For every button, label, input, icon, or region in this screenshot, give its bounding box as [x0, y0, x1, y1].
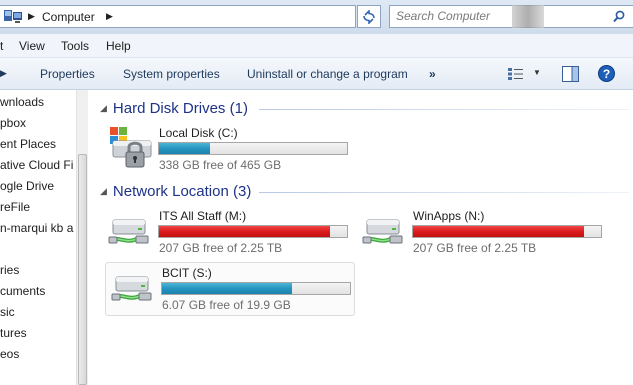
help-icon[interactable]: ?: [598, 65, 615, 82]
nav-item-downloads[interactable]: wnloads: [0, 95, 44, 109]
drive-free-space: 207 GB free of 2.25 TB: [159, 241, 283, 255]
uninstall-program-button[interactable]: Uninstall or change a program: [247, 67, 408, 81]
nav-item-dropbox[interactable]: pbox: [0, 116, 26, 130]
computer-icon: [4, 10, 22, 23]
capacity-bar: [158, 142, 348, 155]
drive-name: BCIT (S:): [162, 266, 212, 280]
address-bar[interactable]: ▶ Computer ▶: [0, 5, 356, 28]
network-drive-icon: [362, 219, 403, 244]
menu-view[interactable]: View: [19, 39, 45, 53]
navigation-pane: wnloads pbox ent Places ative Cloud Fi o…: [0, 90, 88, 385]
nav-item-google-drive[interactable]: ogle Drive: [0, 179, 54, 193]
refresh-icon: [363, 9, 375, 24]
breadcrumb-chevron-icon[interactable]: ▶: [106, 11, 113, 22]
group-header-network-location[interactable]: ◢ Network Location (3): [100, 183, 251, 200]
view-options-icon[interactable]: [507, 67, 525, 81]
drive-name: Local Disk (C:): [159, 126, 238, 140]
properties-button[interactable]: Properties: [40, 67, 95, 81]
network-drive-icon: [108, 219, 149, 244]
drive-free-space: 207 GB free of 2.25 TB: [413, 241, 537, 255]
scrollbar-thumb[interactable]: [78, 154, 87, 385]
view-dropdown-chevron-icon[interactable]: ▼: [533, 68, 541, 77]
breadcrumb-computer[interactable]: Computer: [42, 10, 95, 24]
drive-free-space: 6.07 GB free of 19.9 GB: [162, 298, 291, 312]
network-drive-icon: [111, 276, 152, 301]
group-divider: [259, 192, 629, 193]
drive-its-all-staff-m[interactable]: ITS All Staff (M:) 207 GB free of 2.25 T…: [103, 206, 353, 258]
nav-item-music[interactable]: sic: [0, 305, 15, 319]
drive-name: WinApps (N:): [413, 209, 485, 223]
capacity-bar-fill: [159, 226, 331, 237]
content-pane: ◢ Hard Disk Drives (1) Local Disk (C:) 33…: [89, 90, 633, 385]
search-box[interactable]: [389, 5, 633, 28]
nav-item-pictures[interactable]: tures: [0, 326, 27, 340]
more-commands-button[interactable]: »: [429, 67, 436, 81]
search-icon[interactable]: [613, 10, 625, 23]
system-properties-button[interactable]: System properties: [123, 67, 220, 81]
capacity-bar-fill: [162, 283, 292, 294]
breadcrumb-arrow-icon[interactable]: ▶: [28, 11, 35, 22]
drive-winapps-n[interactable]: WinApps (N:) 207 GB free of 2.25 TB: [357, 206, 607, 258]
drive-local-disk-c[interactable]: Local Disk (C:) 338 GB free of 465 GB: [103, 123, 353, 175]
nav-item-user-folder[interactable]: n-marqui kb a: [0, 221, 73, 235]
group-divider: [259, 109, 629, 110]
nav-item-documents[interactable]: cuments: [0, 284, 45, 298]
capacity-bar-fill: [159, 143, 210, 154]
search-input[interactable]: [396, 9, 596, 23]
menu-help[interactable]: Help: [106, 39, 131, 53]
group-header-hard-disk[interactable]: ◢ Hard Disk Drives (1): [100, 100, 248, 117]
svg-text:?: ?: [603, 67, 610, 81]
capacity-bar-fill: [413, 226, 585, 237]
nav-item-libraries[interactable]: ries: [0, 263, 19, 277]
preview-pane-icon[interactable]: [562, 66, 579, 82]
nav-item-sharefile[interactable]: reFile: [0, 200, 30, 214]
blurred-region: [512, 5, 544, 28]
menu-tools[interactable]: Tools: [61, 39, 89, 53]
nav-item-creative-cloud[interactable]: ative Cloud Fi: [0, 158, 73, 172]
drive-name: ITS All Staff (M:): [159, 209, 247, 223]
refresh-button[interactable]: [357, 5, 381, 28]
drive-bcit-s[interactable]: BCIT (S:) 6.07 GB free of 19.9 GB: [105, 262, 355, 316]
collapse-triangle-icon[interactable]: ◢: [100, 103, 107, 113]
address-bar-row: ▶ Computer ▶: [0, 0, 633, 34]
navigation-scrollbar[interactable]: [76, 90, 88, 385]
menu-bar: t View Tools Help: [0, 34, 633, 58]
menu-edit[interactable]: t: [0, 39, 3, 53]
nav-item-videos[interactable]: eos: [0, 347, 19, 361]
command-bar: ▶ Properties System properties Uninstall…: [0, 58, 633, 90]
drive-free-space: 338 GB free of 465 GB: [159, 158, 282, 172]
collapse-triangle-icon[interactable]: ◢: [100, 186, 107, 196]
capacity-bar: [158, 225, 348, 238]
capacity-bar: [412, 225, 602, 238]
capacity-bar: [161, 282, 351, 295]
locked-disk-icon: [110, 127, 152, 168]
nav-item-recent-places[interactable]: ent Places: [0, 137, 56, 151]
organize-arrow-icon[interactable]: ▶: [0, 68, 7, 79]
